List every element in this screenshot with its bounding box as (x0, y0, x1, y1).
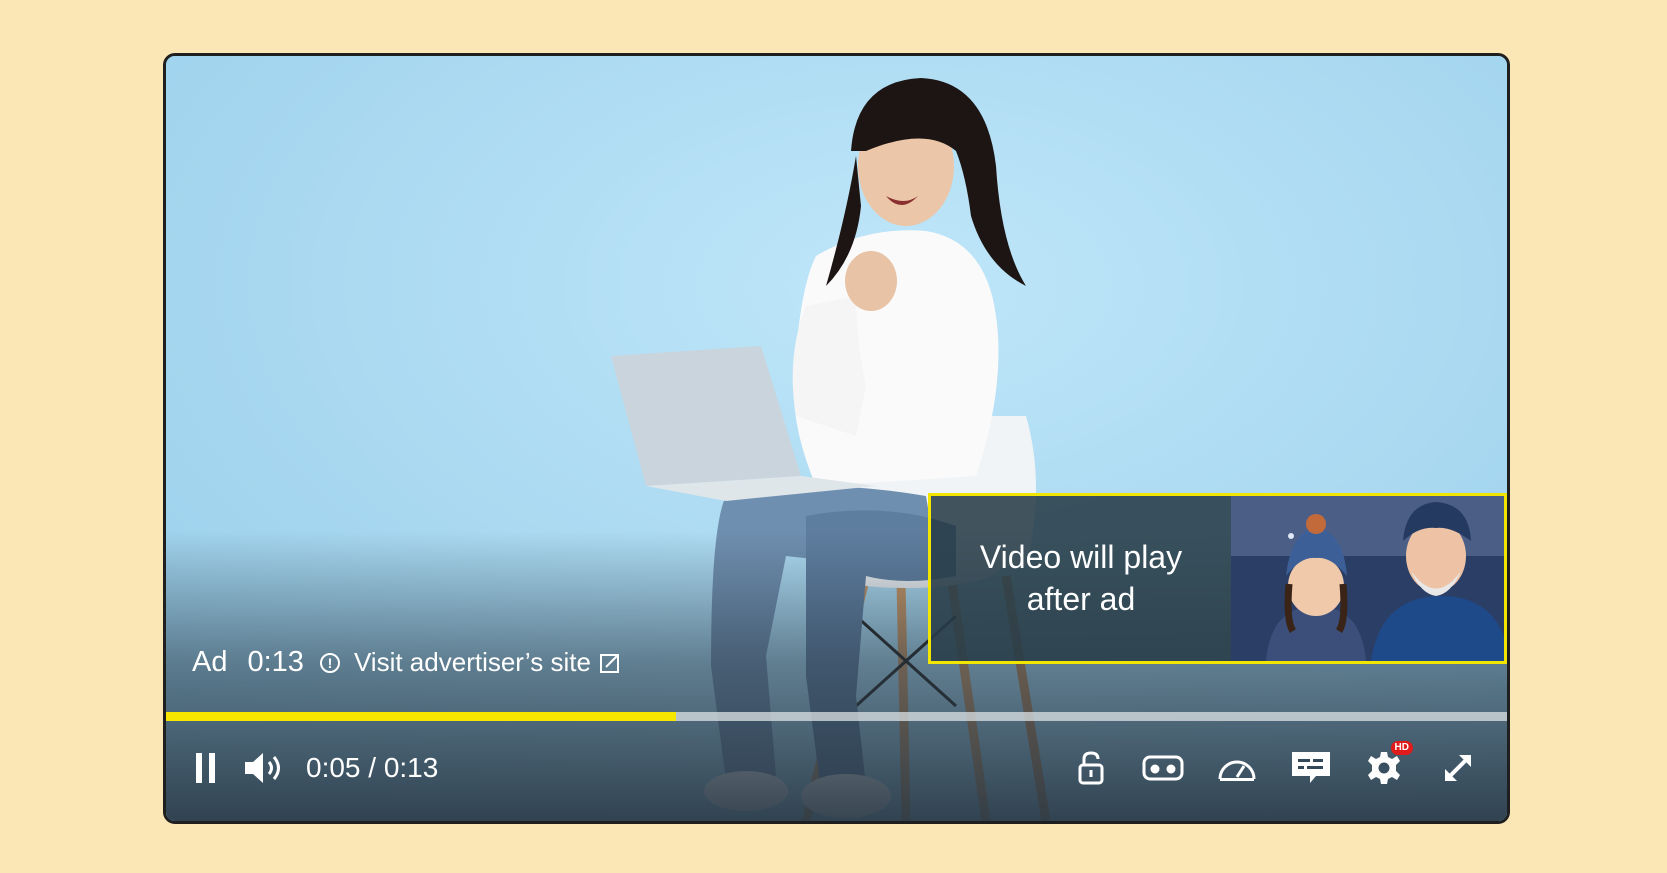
video-player[interactable]: Ad 0:13 ! Visit advertiser’s site Video … (163, 53, 1510, 824)
right-controls: HD (1071, 738, 1507, 798)
preview-thumbnail-image (1231, 496, 1504, 661)
settings-gear-icon (1368, 752, 1400, 784)
volume-button[interactable] (242, 748, 288, 788)
control-bar: 0:05 / 0:13 HD (166, 738, 1507, 798)
ad-remaining-time: 0:13 (247, 646, 304, 678)
settings-button[interactable]: HD (1361, 741, 1413, 793)
lock-button[interactable] (1071, 743, 1111, 793)
volume-icon (245, 753, 280, 783)
pause-button[interactable] (188, 748, 224, 788)
vr-headset-icon (1142, 755, 1184, 781)
progress-fill (166, 712, 676, 721)
playback-speed-button[interactable] (1213, 743, 1261, 793)
captions-button[interactable] (1287, 743, 1335, 793)
info-icon[interactable]: ! (319, 652, 340, 673)
ad-info-bar: Ad 0:13 ! Visit advertiser’s site (192, 646, 621, 679)
visit-advertiser-label: Visit advertiser’s site (353, 647, 591, 677)
up-next-preview[interactable]: Video will play after ad (928, 493, 1507, 664)
preview-thumbnail (1231, 496, 1504, 661)
pause-icon (196, 753, 215, 783)
progress-bar[interactable] (166, 712, 1507, 721)
speed-gauge-icon (1218, 760, 1256, 781)
unlock-icon (1078, 751, 1104, 785)
time-display: 0:05 / 0:13 (306, 752, 439, 783)
fullscreen-button[interactable] (1435, 743, 1481, 793)
visit-advertiser-link[interactable]: Visit advertiser’s site (354, 647, 621, 678)
external-link-icon (599, 653, 619, 673)
ad-label: Ad (192, 646, 228, 678)
hd-badge: HD (1390, 741, 1413, 755)
vr-mode-button[interactable] (1139, 743, 1187, 793)
preview-message: Video will play after ad (979, 538, 1183, 617)
fullscreen-icon (1445, 755, 1471, 781)
captions-icon (1292, 752, 1330, 783)
